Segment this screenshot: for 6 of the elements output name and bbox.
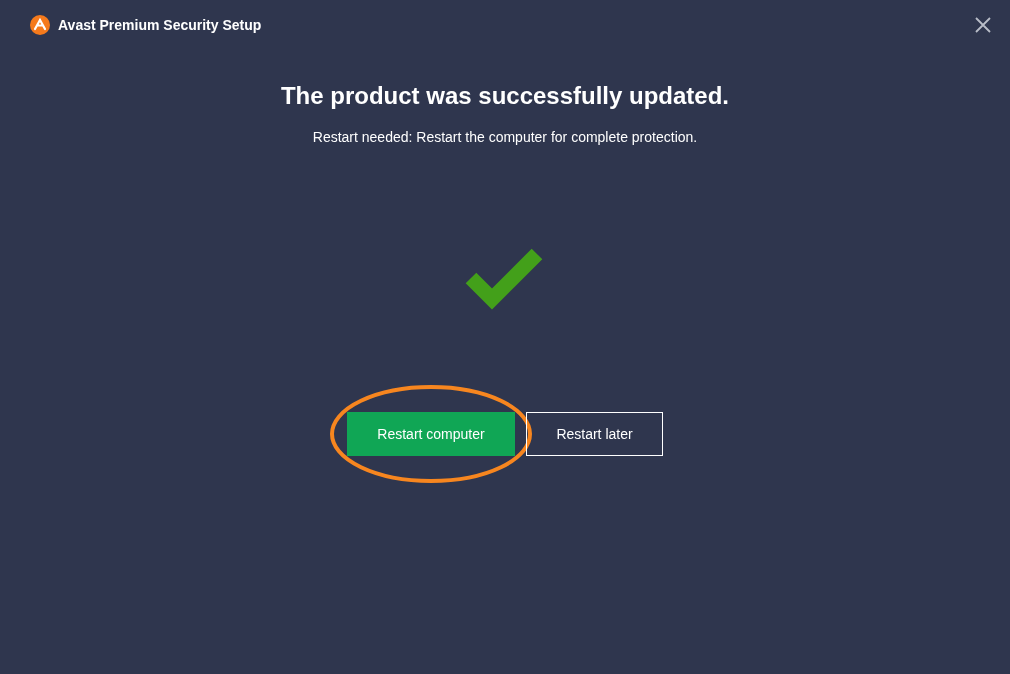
window-title: Avast Premium Security Setup: [58, 17, 263, 33]
message-text: Restart needed: Restart the computer for complete protection.: [312, 128, 698, 146]
close-icon[interactable]: [975, 17, 991, 33]
heading: The product was successfully updated.: [280, 82, 730, 110]
logo-icon: [30, 15, 50, 35]
later-button[interactable]: Restart later: [526, 412, 663, 456]
